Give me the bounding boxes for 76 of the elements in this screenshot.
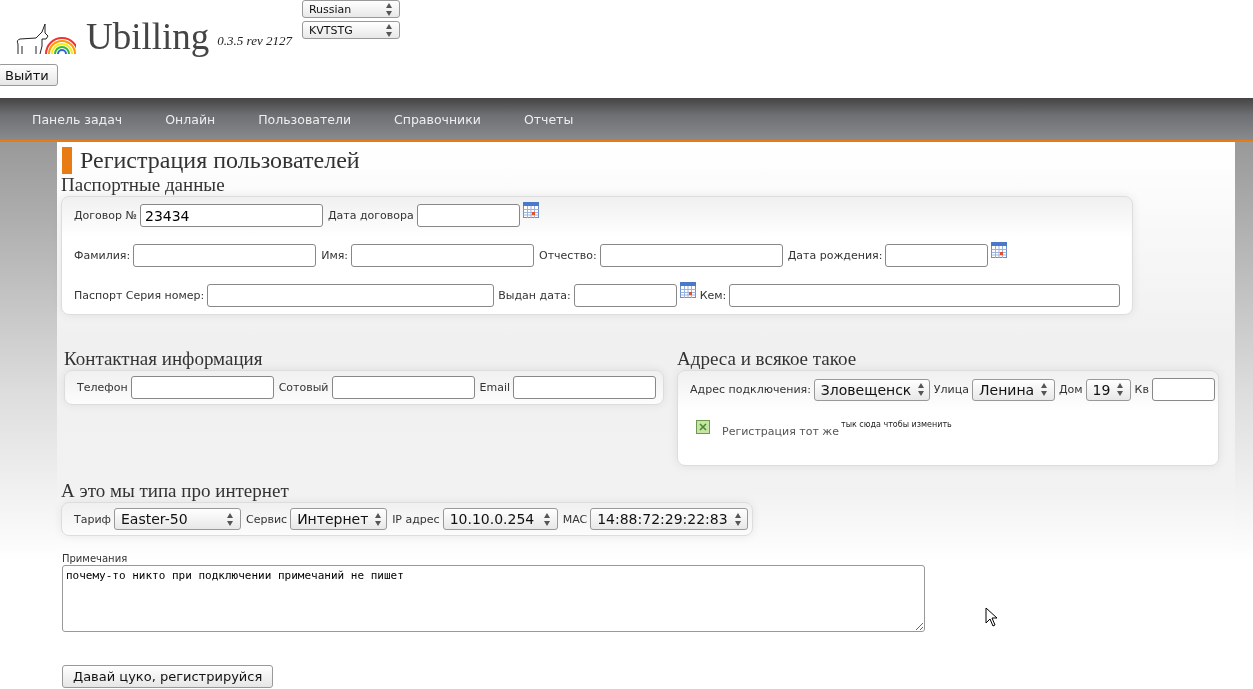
cross-icon [698, 422, 709, 432]
field-label: Имя: [321, 249, 349, 262]
title-accent-bar [62, 147, 72, 174]
field-label: Дата договора [327, 209, 414, 222]
dropdown-select[interactable]: Easter-50 [114, 508, 241, 530]
section-title: Адреса и всякое такое [677, 348, 858, 370]
field-label: Паспорт Серия номер: [74, 289, 205, 302]
dropdown-select[interactable]: 14:88:72:29:22:83 [590, 508, 749, 530]
field-label: Улица [933, 383, 969, 396]
nav-link[interactable]: Справочники [394, 111, 481, 127]
text-field[interactable] [207, 284, 495, 307]
up-down-arrows-icon [917, 383, 926, 396]
field-label: Кем: [699, 289, 727, 302]
up-down-arrows-icon [733, 512, 742, 526]
text-field[interactable] [573, 284, 677, 307]
field-label: Адрес подключения: [690, 383, 811, 396]
nav-link[interactable]: Отчеты [523, 111, 574, 127]
register-button[interactable]: Давай цуко, регистрируйся [62, 665, 274, 688]
field-label: Дом [1059, 383, 1083, 396]
page-title: Регистрация пользователей [80, 147, 360, 174]
text-field[interactable] [416, 204, 520, 227]
dropdown-select[interactable]: 19 [1085, 378, 1131, 401]
up-down-arrows-icon [374, 512, 383, 526]
dropdown-select[interactable]: Интернет [290, 508, 388, 530]
field-label: Фамилия: [74, 249, 131, 262]
text-field[interactable]: 23434 [139, 204, 323, 227]
up-down-arrows-icon [226, 512, 234, 526]
dropdown-select[interactable]: 10.10.0.254 [442, 508, 558, 530]
checkbox-label: Регистрация тот же [722, 425, 839, 438]
section-title: Контактная информация [64, 348, 264, 370]
field-label: Дата рождения: [787, 249, 883, 262]
nav-link[interactable]: Пользователи [258, 111, 352, 127]
up-down-arrows-icon [1040, 383, 1049, 396]
notes-textarea[interactable]: почему-то никто при подключении примечаний не пишет [62, 565, 925, 632]
calendar-icon [991, 242, 1008, 258]
nav-link[interactable]: Панель задач [32, 111, 123, 127]
field-label: MAC [562, 512, 588, 526]
nav-link[interactable]: Онлайн [165, 111, 216, 127]
logo-text: Ubilling [86, 15, 210, 59]
calendar-icon [679, 282, 696, 298]
field-label: Тариф [74, 512, 111, 526]
text-field[interactable] [885, 244, 989, 267]
field-label: Кв [1134, 383, 1149, 396]
field-label: Email [479, 381, 511, 394]
field-label: Сотовый [278, 381, 329, 394]
field-label: IP адрес [392, 512, 440, 526]
text-field[interactable] [351, 244, 535, 267]
text-field[interactable] [599, 244, 783, 267]
change-link[interactable]: тык сюда чтобы изменить [841, 420, 952, 429]
text-field[interactable] [1151, 378, 1215, 401]
text-field[interactable] [513, 376, 657, 399]
text-field[interactable] [729, 284, 1120, 307]
dropdown-select[interactable]: Russian [301, 0, 400, 18]
up-down-arrows-icon [1116, 383, 1125, 396]
up-down-arrows-icon [384, 23, 393, 37]
text-field[interactable] [331, 376, 475, 399]
text-field[interactable] [133, 244, 317, 267]
section-title: А это мы типа про интернет [61, 480, 290, 502]
field-label: Телефон [77, 381, 128, 394]
field-label: Договор № [74, 209, 137, 222]
field-label: Сервис [246, 512, 288, 526]
version-text: 0.3.5 rev 2127 [217, 33, 292, 49]
field-label: Отчество: [539, 249, 597, 262]
calendar-icon [522, 202, 539, 218]
logout-button[interactable]: Выйти [0, 64, 58, 86]
field-label: Примечания [62, 553, 129, 564]
field-label: Выдан дата: [498, 289, 571, 302]
mouse-pointer-icon [985, 607, 999, 627]
checkbox[interactable] [696, 420, 711, 434]
dropdown-select[interactable]: Зловещенск [813, 378, 930, 401]
dropdown-select[interactable]: KVTSTG [301, 21, 400, 39]
up-down-arrows-icon [384, 2, 393, 16]
dropdown-select[interactable]: Ленина [972, 378, 1055, 401]
text-field[interactable] [130, 376, 274, 399]
section-title: Паспортные данные [61, 174, 226, 196]
up-down-arrows-icon [542, 512, 551, 526]
